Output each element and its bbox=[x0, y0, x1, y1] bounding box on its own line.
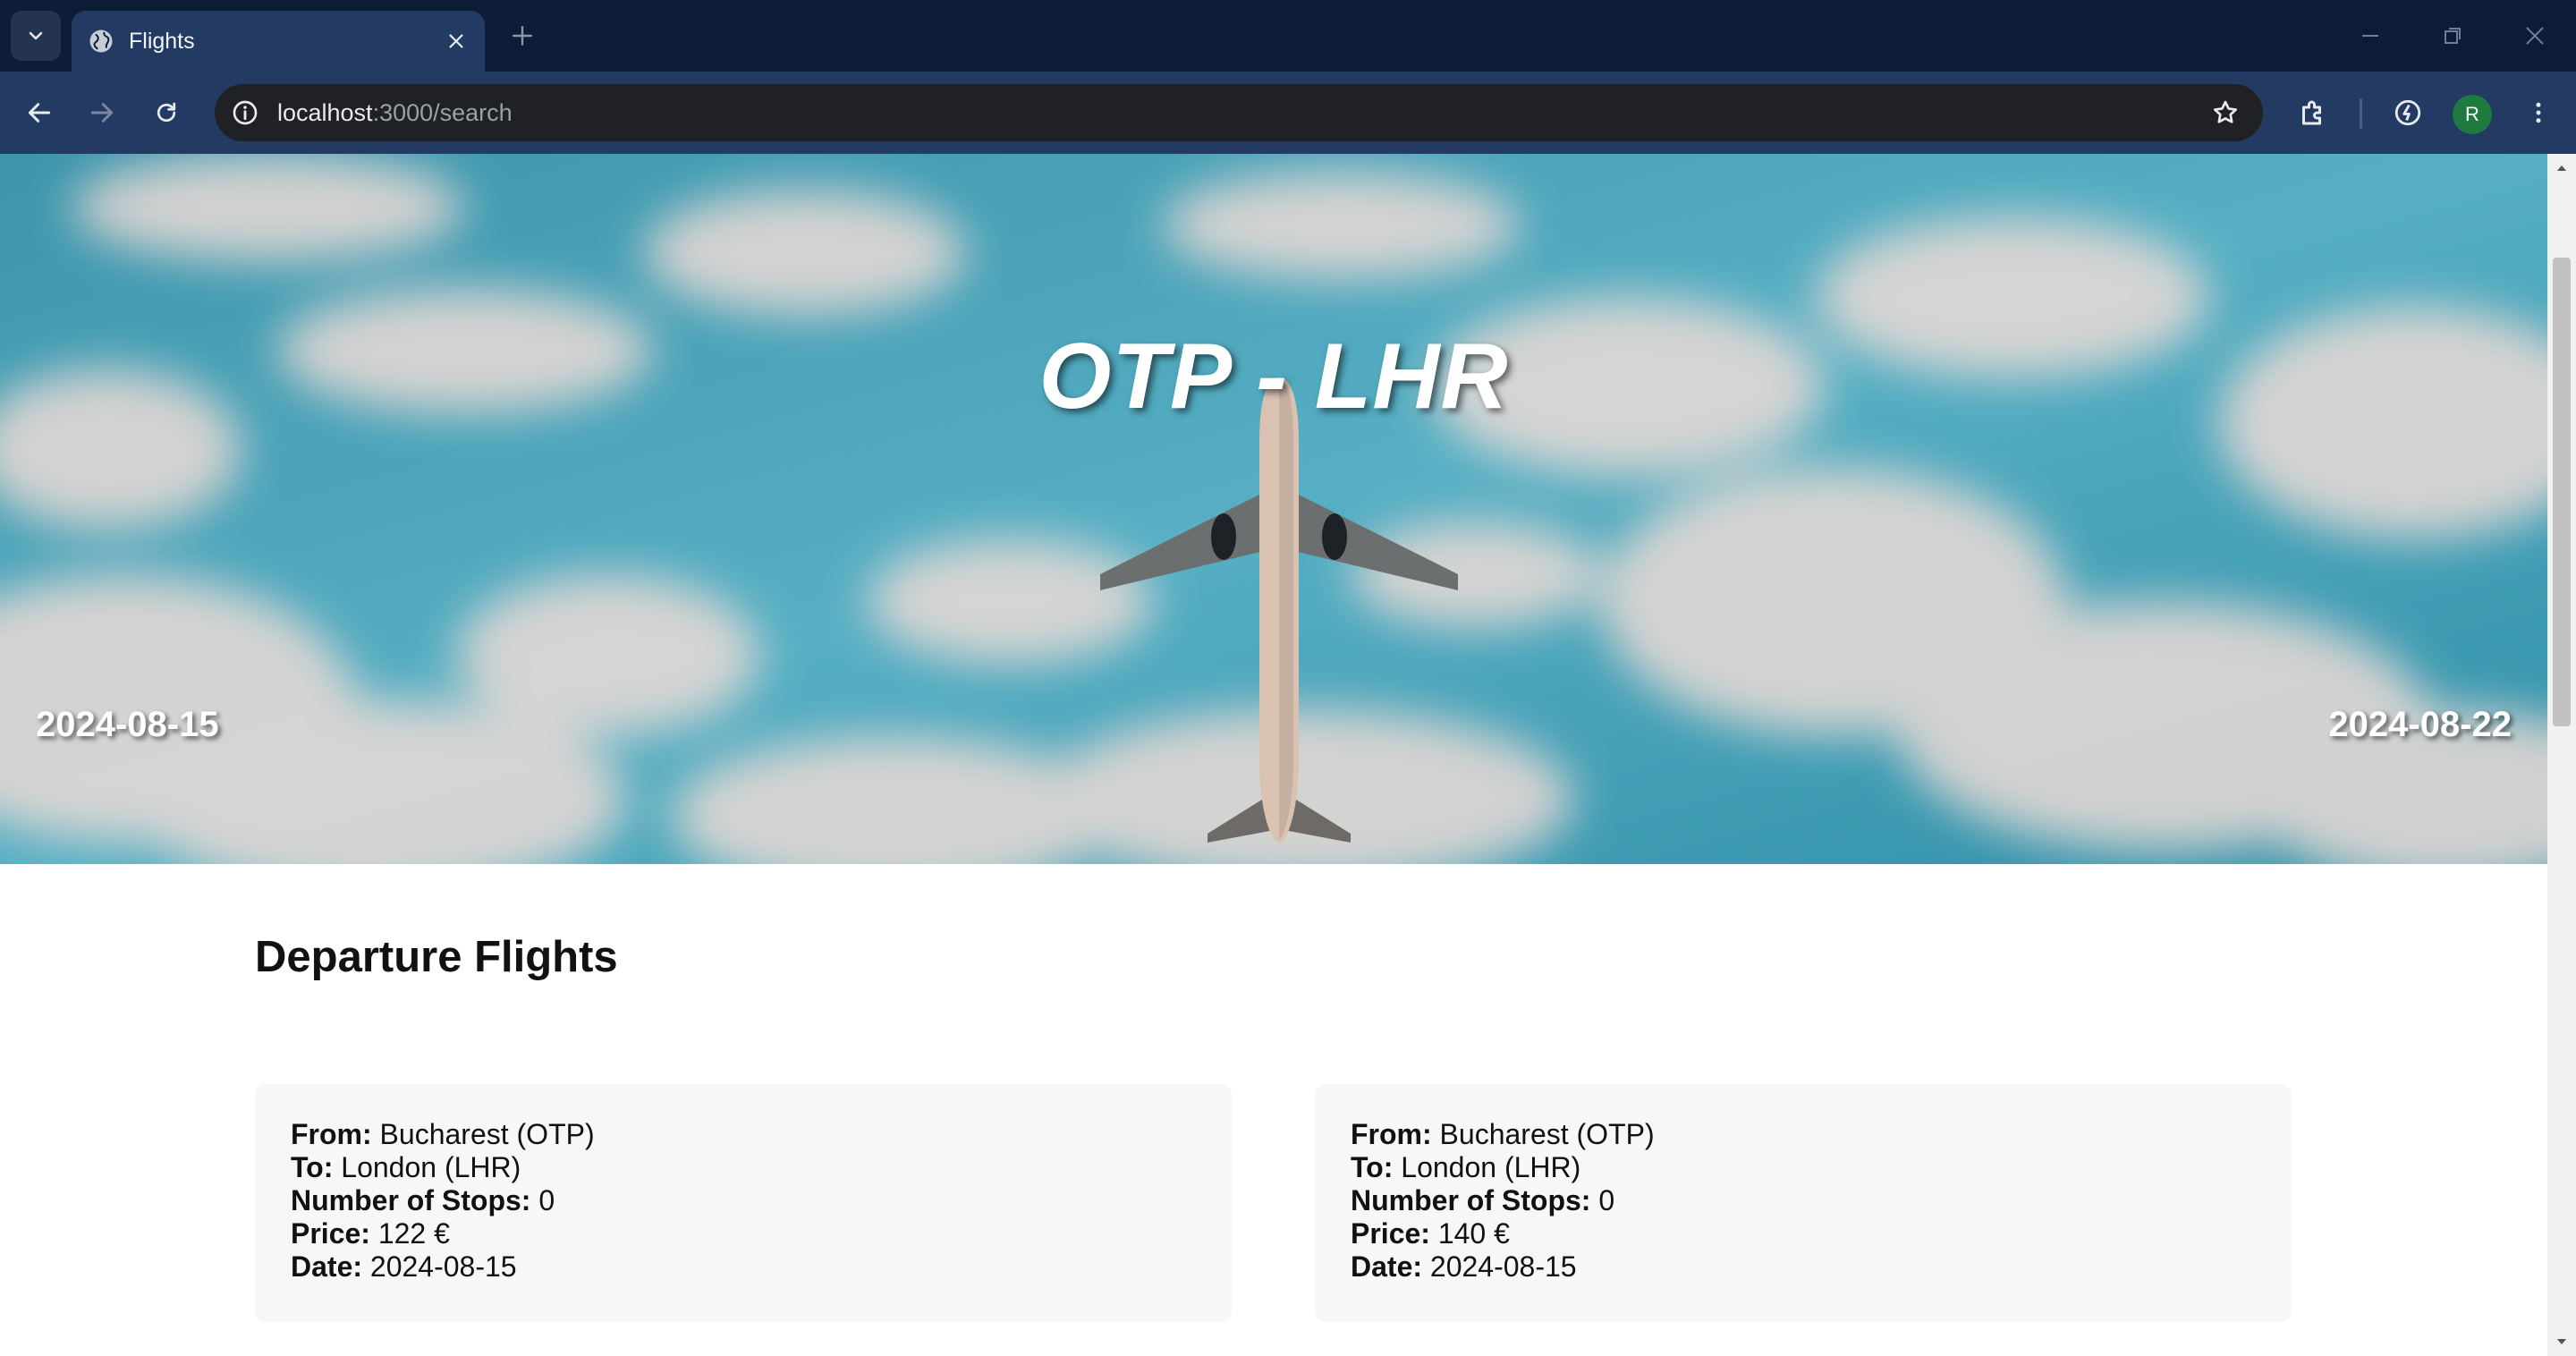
minimize-icon bbox=[2362, 35, 2378, 37]
performance-button[interactable] bbox=[2386, 91, 2429, 134]
tab-title: Flights bbox=[129, 28, 195, 54]
address-bar[interactable]: localhost:3000/search bbox=[215, 84, 2263, 141]
tab-search-icon bbox=[29, 31, 43, 40]
departure-flights-heading: Departure Flights bbox=[255, 933, 618, 981]
flight-date-row: Date: 2024-08-15 bbox=[291, 1250, 1196, 1284]
scrollbar-thumb[interactable] bbox=[2553, 258, 2571, 726]
scroll-down-arrow-icon[interactable] bbox=[2555, 1335, 2569, 1349]
to-label: To: bbox=[1351, 1151, 1394, 1183]
flight-from-row: From: Bucharest (OTP) bbox=[1351, 1118, 2256, 1151]
to-value: London (LHR) bbox=[1401, 1151, 1581, 1183]
date-label: Date: bbox=[291, 1250, 363, 1283]
bookmark-button[interactable] bbox=[2204, 91, 2247, 134]
departure-date: 2024-08-15 bbox=[36, 705, 219, 744]
tab-close-button[interactable] bbox=[438, 23, 474, 59]
price-label: Price: bbox=[1351, 1217, 1430, 1250]
flight-stops-row: Number of Stops: 0 bbox=[1351, 1184, 2256, 1217]
restore-icon bbox=[2445, 28, 2461, 44]
back-arrow-icon bbox=[28, 103, 51, 123]
extensions-icon bbox=[2302, 100, 2321, 125]
forward-button[interactable] bbox=[80, 91, 123, 134]
new-tab-button[interactable] bbox=[503, 16, 542, 55]
minimize-button[interactable] bbox=[2343, 9, 2397, 63]
flight-to-row: To: London (LHR) bbox=[291, 1151, 1196, 1184]
flight-from-row: From: Bucharest (OTP) bbox=[291, 1118, 1196, 1151]
back-button[interactable] bbox=[18, 91, 61, 134]
return-date: 2024-08-22 bbox=[2328, 705, 2512, 744]
from-value: Bucharest (OTP) bbox=[379, 1118, 595, 1150]
star-icon bbox=[2213, 100, 2238, 123]
price-value: 140 € bbox=[1437, 1217, 1510, 1250]
flight-price-row: Price: 122 € bbox=[291, 1217, 1196, 1250]
url-text: localhost:3000/search bbox=[277, 99, 2204, 127]
reload-button[interactable] bbox=[145, 91, 188, 134]
active-tab[interactable]: Flights bbox=[72, 11, 485, 72]
date-value: 2024-08-15 bbox=[1429, 1250, 1577, 1283]
window-close-icon bbox=[2526, 27, 2544, 45]
browser-toolbar: localhost:3000/search bbox=[0, 72, 2576, 154]
from-value: Bucharest (OTP) bbox=[1439, 1118, 1655, 1150]
forward-arrow-icon bbox=[90, 103, 114, 123]
date-label: Date: bbox=[1351, 1250, 1423, 1283]
kebab-menu-icon bbox=[2536, 102, 2541, 123]
to-label: To: bbox=[291, 1151, 334, 1183]
price-label: Price: bbox=[291, 1217, 370, 1250]
profile-avatar[interactable]: R bbox=[2453, 95, 2492, 134]
performance-icon bbox=[2394, 99, 2421, 126]
date-value: 2024-08-15 bbox=[369, 1250, 517, 1283]
flight-card[interactable]: From: Bucharest (OTP) To: London (LHR) N… bbox=[1315, 1084, 2292, 1322]
stops-value: 0 bbox=[538, 1184, 555, 1216]
close-icon bbox=[449, 34, 463, 48]
toolbar-divider bbox=[2360, 98, 2362, 129]
page-scrollbar[interactable] bbox=[2547, 154, 2576, 1356]
from-label: From: bbox=[1351, 1118, 1432, 1150]
site-info-button[interactable] bbox=[224, 91, 267, 134]
window-close-button[interactable] bbox=[2508, 9, 2562, 63]
stops-label: Number of Stops: bbox=[291, 1184, 531, 1216]
stops-label: Number of Stops: bbox=[1351, 1184, 1591, 1216]
restore-button[interactable] bbox=[2426, 9, 2479, 63]
tab-strip: Flights bbox=[0, 0, 2576, 72]
hero-banner: OTP - LHR 2024-08-15 2024-08-22 bbox=[0, 154, 2547, 864]
scroll-up-arrow-icon[interactable] bbox=[2555, 161, 2569, 175]
from-label: From: bbox=[291, 1118, 372, 1150]
page-viewport: OTP - LHR 2024-08-15 2024-08-22 Departur… bbox=[0, 154, 2547, 1356]
to-value: London (LHR) bbox=[341, 1151, 521, 1183]
flight-to-row: To: London (LHR) bbox=[1351, 1151, 2256, 1184]
reload-icon bbox=[157, 102, 176, 123]
price-value: 122 € bbox=[377, 1217, 450, 1250]
url-path: :3000/search bbox=[372, 98, 513, 126]
url-host: localhost bbox=[277, 98, 373, 126]
flight-card[interactable]: From: Bucharest (OTP) To: London (LHR) N… bbox=[255, 1084, 1232, 1322]
stops-value: 0 bbox=[1598, 1184, 1615, 1216]
flight-date-row: Date: 2024-08-15 bbox=[1351, 1250, 2256, 1284]
extensions-button[interactable] bbox=[2292, 91, 2334, 134]
site-info-icon bbox=[233, 100, 258, 125]
route-title: OTP - LHR bbox=[1038, 325, 1509, 428]
browser-menu-button[interactable] bbox=[2517, 91, 2560, 134]
flight-price-row: Price: 140 € bbox=[1351, 1217, 2256, 1250]
tab-search-button[interactable] bbox=[11, 11, 61, 61]
flight-stops-row: Number of Stops: 0 bbox=[291, 1184, 1196, 1217]
globe-icon bbox=[89, 30, 113, 53]
plus-icon bbox=[513, 26, 532, 46]
